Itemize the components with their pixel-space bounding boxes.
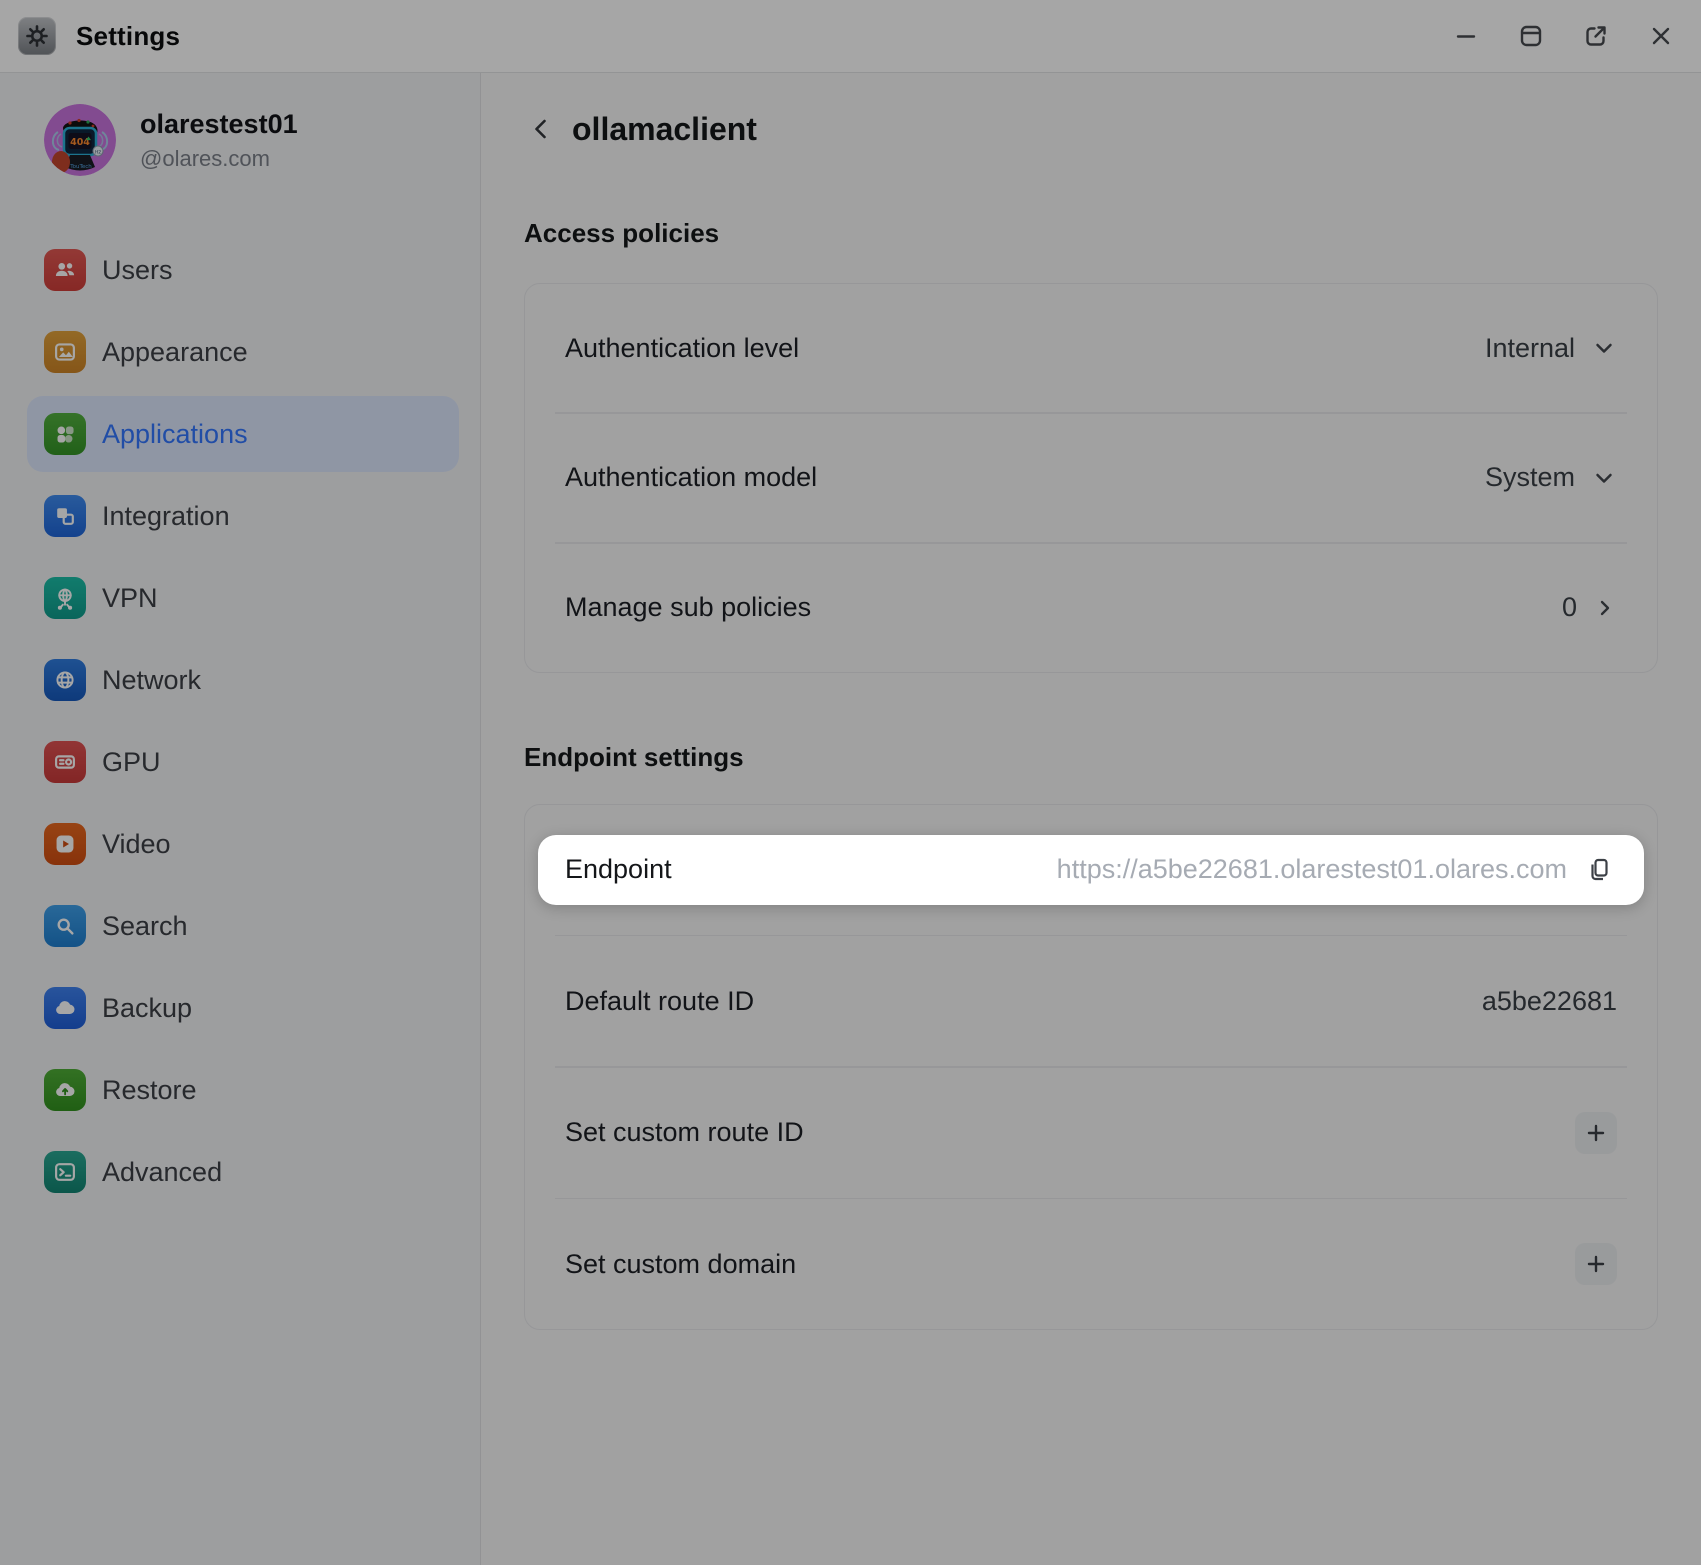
sidebar-item-label: VPN [102,583,158,614]
svg-text:H2: H2 [95,150,101,156]
appearance-icon [44,331,86,373]
window-controls [1450,20,1677,52]
row-label: Authentication level [565,333,799,364]
settings-window: Settings [0,0,1701,1565]
endpoint-row-highlighted[interactable]: Endpoint https://a5be22681.olarestest01.… [538,835,1644,905]
window-title: Settings [76,21,180,52]
default-route-id-value: a5be22681 [1482,986,1617,1017]
video-icon [44,823,86,865]
search-tile-icon [44,905,86,947]
sidebar-item-label: Applications [102,419,248,450]
vpn-icon [44,577,86,619]
user-profile: 404 H2 TouTech olarestest01 @olares.com [44,104,480,176]
authentication-model-value: System [1485,462,1575,493]
sidebar-item-gpu[interactable]: GPU [27,724,459,800]
applications-icon [44,413,86,455]
sidebar-item-network[interactable]: Network [27,642,459,718]
copy-icon[interactable] [1581,852,1617,888]
add-custom-domain-button[interactable] [1575,1243,1617,1285]
page-title: ollamaclient [572,111,757,148]
endpoint-row-container: Endpoint https://a5be22681.olarestest01.… [525,805,1657,935]
popout-button[interactable] [1580,20,1612,52]
chevron-down-icon[interactable] [1591,465,1617,491]
endpoint-label: Endpoint [565,854,672,885]
sidebar-item-backup[interactable]: Backup [27,970,459,1046]
set-custom-domain-row[interactable]: Set custom domain [525,1199,1657,1329]
username: olarestest01 [140,108,298,140]
close-button[interactable] [1645,20,1677,52]
authentication-level-value: Internal [1485,333,1575,364]
sidebar-item-label: GPU [102,747,161,778]
sidebar-item-advanced[interactable]: Advanced [27,1134,459,1210]
manage-sub-policies-row[interactable]: Manage sub policies 0 [525,544,1657,672]
settings-gear-icon [18,17,56,55]
back-button[interactable] [524,112,558,146]
row-label: Default route ID [565,986,754,1017]
advanced-terminal-icon [44,1151,86,1193]
sidebar-item-label: Advanced [102,1157,222,1188]
row-label: Set custom route ID [565,1117,804,1148]
chevron-right-icon[interactable] [1593,596,1617,620]
sidebar-item-label: Video [102,829,171,860]
row-label: Set custom domain [565,1249,796,1280]
minimize-button[interactable] [1450,20,1482,52]
sidebar-item-video[interactable]: Video [27,806,459,882]
integration-icon [44,495,86,537]
maximize-button[interactable] [1515,20,1547,52]
sidebar-menu: Users Appearance [0,232,480,1210]
svg-text:TouTech: TouTech [69,164,92,170]
authentication-model-row[interactable]: Authentication model System [525,414,1657,542]
sidebar-item-label: Network [102,665,201,696]
set-custom-route-id-row[interactable]: Set custom route ID [525,1068,1657,1198]
endpoint-url: https://a5be22681.olarestest01.olares.co… [1057,854,1567,885]
sidebar-item-label: Appearance [102,337,248,368]
section-heading-access-policies: Access policies [524,215,1658,251]
restore-cloud-icon [44,1069,86,1111]
sidebar-item-label: Integration [102,501,230,532]
sidebar-item-users[interactable]: Users [27,232,459,308]
sidebar-item-integration[interactable]: Integration [27,478,459,554]
authentication-level-row[interactable]: Authentication level Internal [525,284,1657,412]
sidebar-item-search[interactable]: Search [27,888,459,964]
sidebar-item-label: Backup [102,993,192,1024]
main-content: ollamaclient Access policies Authenticat… [481,73,1701,1565]
avatar: 404 H2 TouTech [44,104,116,176]
sidebar: 404 H2 TouTech olarestest01 @olares.com [0,73,481,1565]
sub-policies-count: 0 [1562,592,1577,623]
access-policies-card: Authentication level Internal Authentica… [524,283,1658,673]
row-label: Authentication model [565,462,817,493]
sidebar-item-appearance[interactable]: Appearance [27,314,459,390]
user-domain: @olares.com [140,146,298,172]
sidebar-item-label: Restore [102,1075,197,1106]
sidebar-item-vpn[interactable]: VPN [27,560,459,636]
chevron-down-icon[interactable] [1591,335,1617,361]
users-icon [44,249,86,291]
title-bar: Settings [0,0,1701,73]
page-header: ollamaclient [524,109,1658,149]
default-route-id-row: Default route ID a5be22681 [525,936,1657,1066]
gpu-icon [44,741,86,783]
sidebar-item-label: Users [102,255,173,286]
section-heading-endpoint-settings: Endpoint settings [524,739,1658,775]
add-custom-route-id-button[interactable] [1575,1112,1617,1154]
endpoint-settings-card: Endpoint https://a5be22681.olarestest01.… [524,804,1658,1330]
backup-cloud-icon [44,987,86,1029]
row-label: Manage sub policies [565,592,811,623]
sidebar-item-restore[interactable]: Restore [27,1052,459,1128]
sidebar-item-label: Search [102,911,188,942]
network-icon [44,659,86,701]
sidebar-item-applications[interactable]: Applications [27,396,459,472]
